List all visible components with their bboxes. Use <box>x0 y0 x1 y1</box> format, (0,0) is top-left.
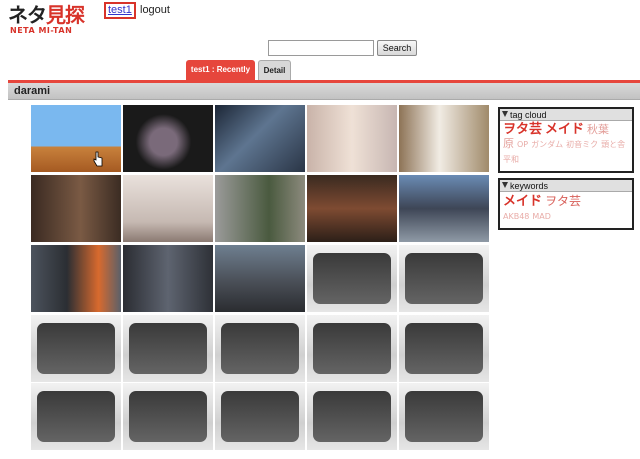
empty-thumbnail-slot <box>215 315 305 382</box>
logo-wordmark-a: ネタ <box>8 3 47 27</box>
section-title: darami <box>14 85 51 97</box>
video-thumbnail[interactable] <box>399 175 489 242</box>
keywords-list: メイド ヲタ芸 AKB48 MAD <box>500 192 632 226</box>
keyword-link[interactable]: AKB48 <box>503 212 529 221</box>
empty-thumbnail-slot <box>307 315 397 382</box>
keywords-header[interactable]: keywords <box>500 180 632 192</box>
hand-cursor-icon <box>93 151 103 167</box>
tag-link[interactable]: ガンダム <box>531 140 563 149</box>
video-thumbnail[interactable] <box>123 105 213 172</box>
tag-link[interactable]: OP <box>517 140 528 149</box>
empty-thumbnail-slot <box>123 315 213 382</box>
collapse-triangle-icon <box>502 182 508 188</box>
tag-link[interactable]: メイド <box>545 122 584 137</box>
tab-recently[interactable]: test1 : Recently <box>186 60 255 80</box>
video-thumbnail[interactable] <box>215 175 305 242</box>
section-title-bar: darami <box>8 83 640 100</box>
tag-link[interactable]: 原 <box>503 137 514 150</box>
empty-thumbnail-slot <box>215 383 305 450</box>
tag-link[interactable]: 平和 <box>503 155 519 164</box>
search-button[interactable]: Search <box>377 40 417 56</box>
logo-wordmark-b: 見探 <box>46 3 85 27</box>
empty-thumbnail-slot <box>31 383 121 450</box>
tag-link[interactable]: 頭と舎 <box>601 140 625 149</box>
video-thumbnail[interactable] <box>215 105 305 172</box>
empty-thumbnail-slot <box>307 245 397 312</box>
empty-thumbnail-slot <box>399 383 489 450</box>
collapse-triangle-icon <box>502 111 508 117</box>
keyword-link[interactable]: ヲタ芸 <box>545 194 581 208</box>
tab-detail[interactable]: Detail <box>258 60 291 80</box>
video-thumbnail[interactable] <box>31 105 121 172</box>
video-thumbnail[interactable] <box>31 175 121 242</box>
video-thumbnail[interactable] <box>31 245 121 312</box>
keywords-title: keywords <box>510 181 549 191</box>
video-thumbnail[interactable] <box>307 175 397 242</box>
tag-link[interactable]: 秋葉 <box>587 123 609 136</box>
logo-wordmark: ネタ見探 <box>8 4 100 26</box>
logo-subtitle: NETA MI-TAN <box>10 26 73 35</box>
tag-link[interactable]: ヲタ芸 <box>503 122 542 137</box>
keywords-panel: keywords メイド ヲタ芸 AKB48 MAD <box>498 178 634 230</box>
empty-thumbnail-slot <box>123 383 213 450</box>
video-thumbnail[interactable] <box>399 105 489 172</box>
logout-link[interactable]: logout <box>140 4 170 16</box>
tag-link[interactable]: 初音ミク <box>566 140 598 149</box>
search-input[interactable] <box>268 40 374 56</box>
tag-cloud-header[interactable]: tag cloud <box>500 109 632 121</box>
user-link[interactable]: test1 <box>104 2 136 19</box>
empty-thumbnail-slot <box>399 245 489 312</box>
keyword-link[interactable]: メイド <box>503 194 542 209</box>
empty-thumbnail-slot <box>399 315 489 382</box>
video-thumbnail[interactable] <box>215 245 305 312</box>
empty-thumbnail-slot <box>307 383 397 450</box>
video-thumbnail[interactable] <box>123 175 213 242</box>
empty-thumbnail-slot <box>31 315 121 382</box>
video-thumbnail[interactable] <box>123 245 213 312</box>
site-logo[interactable]: ネタ見探 NETA MI-TAN <box>8 4 100 40</box>
tag-cloud-title: tag cloud <box>510 110 547 120</box>
tag-cloud-list: ヲタ芸 メイド 秋葉 原 OP ガンダム 初音ミク 頭と舎 平和 <box>500 121 632 169</box>
video-thumbnail[interactable] <box>307 105 397 172</box>
keyword-link[interactable]: MAD <box>532 212 551 221</box>
tag-cloud-panel: tag cloud ヲタ芸 メイド 秋葉 原 OP ガンダム 初音ミク 頭と舎 平和 <box>498 107 634 173</box>
